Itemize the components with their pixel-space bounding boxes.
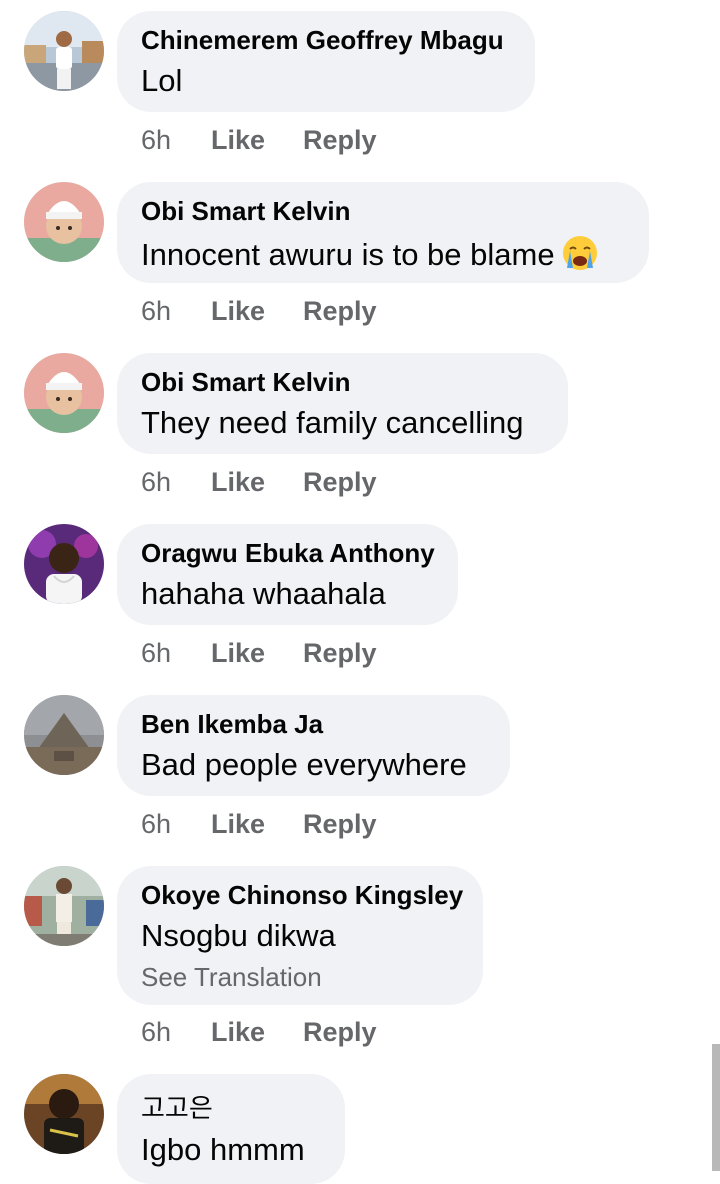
reply-button[interactable]: Reply xyxy=(303,809,377,840)
reply-button[interactable]: Reply xyxy=(303,296,377,327)
like-button[interactable]: Like xyxy=(211,638,265,669)
avatar[interactable] xyxy=(24,353,104,433)
reply-button[interactable]: Reply xyxy=(303,638,377,669)
comment-author[interactable]: Ben Ikemba Ja xyxy=(141,709,323,740)
comment-text: hahaha whaahala xyxy=(141,576,386,611)
comment-bubble: 고고은 Igbo hmmm xyxy=(117,1074,345,1184)
comment-text: Nsogbu dikwa xyxy=(141,918,336,953)
comment-bubble: Oragwu Ebuka Anthony hahaha whaahala xyxy=(117,524,458,625)
avatar[interactable] xyxy=(24,182,104,262)
comment-bubble: Obi Smart Kelvin Innocent awuru is to be… xyxy=(117,182,649,283)
comment-timestamp[interactable]: 6h xyxy=(141,809,171,840)
comment-text: Bad people everywhere xyxy=(141,747,467,782)
comment-text: Innocent awuru is to be blame xyxy=(141,234,599,273)
see-translation-link[interactable]: See Translation xyxy=(141,962,322,993)
like-button[interactable]: Like xyxy=(211,1017,265,1048)
crying-face-icon xyxy=(562,236,597,270)
like-button[interactable]: Like xyxy=(211,125,265,156)
comment-timestamp[interactable]: 6h xyxy=(141,467,171,498)
comment-bubble: Chinemerem Geoffrey Mbagu Lol xyxy=(117,11,535,112)
comment-text: Lol xyxy=(141,63,183,98)
comment-timestamp[interactable]: 6h xyxy=(141,1017,171,1048)
comment-author[interactable]: Okoye Chinonso Kingsley xyxy=(141,880,463,911)
comment-text: They need family cancelling xyxy=(141,405,524,440)
comment-timestamp[interactable]: 6h xyxy=(141,125,171,156)
avatar[interactable] xyxy=(24,11,104,91)
reply-button[interactable]: Reply xyxy=(303,1017,377,1048)
comment-bubble: Ben Ikemba Ja Bad people everywhere xyxy=(117,695,510,796)
avatar[interactable] xyxy=(24,695,104,775)
comment-text: Igbo hmmm xyxy=(141,1132,305,1167)
like-button[interactable]: Like xyxy=(211,809,265,840)
reply-button[interactable]: Reply xyxy=(303,125,377,156)
comment-bubble: Okoye Chinonso Kingsley Nsogbu dikwa See… xyxy=(117,866,483,1005)
like-button[interactable]: Like xyxy=(211,467,265,498)
comment-author[interactable]: Oragwu Ebuka Anthony xyxy=(141,538,435,569)
comment-author[interactable]: Chinemerem Geoffrey Mbagu xyxy=(141,25,504,56)
avatar[interactable] xyxy=(24,524,104,604)
comment-timestamp[interactable]: 6h xyxy=(141,296,171,327)
avatar[interactable] xyxy=(24,866,104,946)
comment-author[interactable]: Obi Smart Kelvin xyxy=(141,196,351,227)
reply-button[interactable]: Reply xyxy=(303,467,377,498)
comment-author[interactable]: 고고은 xyxy=(141,1088,213,1125)
comment-timestamp[interactable]: 6h xyxy=(141,638,171,669)
like-button[interactable]: Like xyxy=(211,296,265,327)
avatar[interactable] xyxy=(24,1074,104,1154)
comment-bubble: Obi Smart Kelvin They need family cancel… xyxy=(117,353,568,454)
comment-text-content: Innocent awuru is to be blame xyxy=(141,237,555,272)
comment-author[interactable]: Obi Smart Kelvin xyxy=(141,367,351,398)
scrollbar[interactable] xyxy=(712,1044,720,1171)
